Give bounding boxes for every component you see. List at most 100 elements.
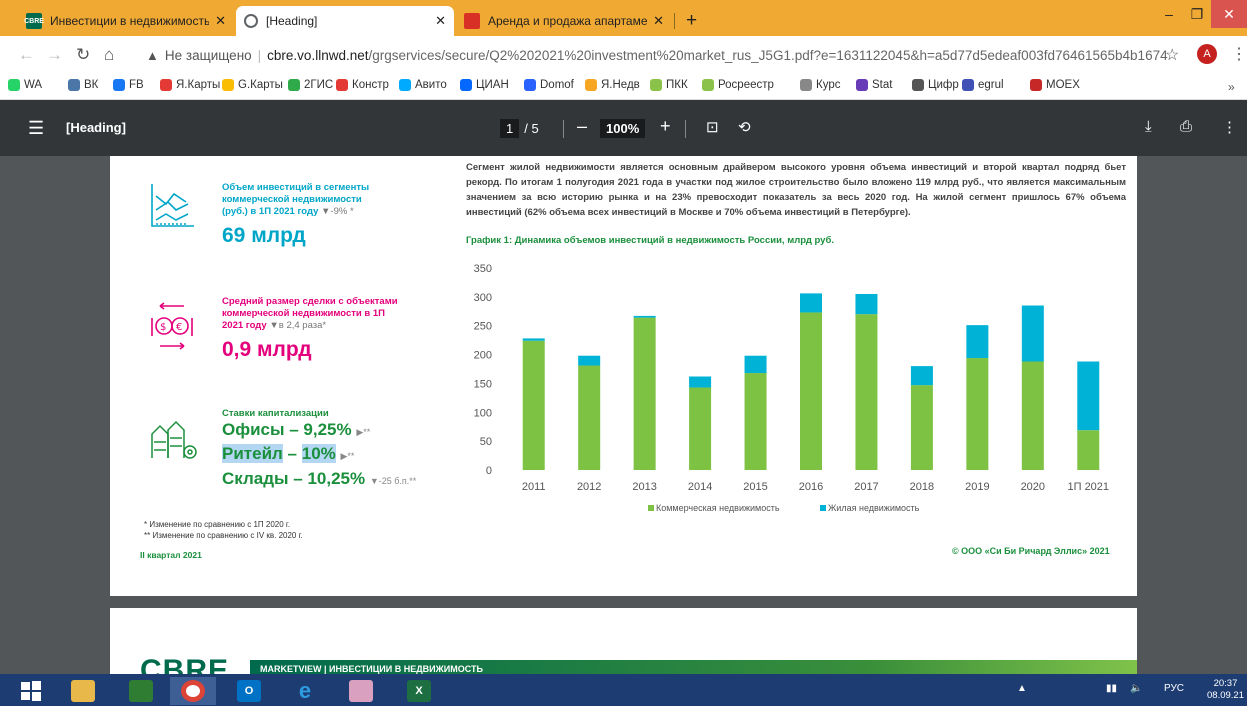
tab-title: Аренда и продажа апартаменто: [488, 14, 648, 28]
warehouses-rate: Склады – 10,25%: [222, 469, 366, 488]
bookmark-1[interactable]: WA: [8, 79, 42, 91]
bookmark-favicon-icon: [1030, 79, 1042, 91]
close-icon[interactable]: ✕: [215, 13, 226, 29]
bar-residential: [744, 355, 767, 374]
forward-icon[interactable]: →: [46, 45, 63, 65]
bar-residential: [578, 355, 601, 366]
taskbar-ie[interactable]: e: [282, 677, 328, 705]
label-line: (руб.) в 1П 2021 году: [222, 206, 319, 217]
close-icon[interactable]: ✕: [653, 13, 664, 29]
bookmark-5[interactable]: G.Карты: [222, 79, 283, 91]
minimize-button[interactable]: –: [1155, 0, 1183, 28]
language-indicator[interactable]: РУС: [1164, 683, 1184, 694]
bookmark-label: ВК: [84, 79, 99, 91]
bookmark-3[interactable]: FB: [113, 79, 144, 91]
zoom-out-button[interactable]: –: [577, 116, 587, 137]
taskbar-explorer[interactable]: [60, 677, 106, 705]
new-tab-button[interactable]: +: [686, 10, 697, 32]
tab-heading[interactable]: [Heading] ✕: [236, 6, 454, 36]
network-icon[interactable]: ▮▮: [1106, 683, 1117, 694]
clock[interactable]: 20:37 08.09.21: [1207, 678, 1244, 702]
tab-rentals[interactable]: Аренда и продажа апартаменто ✕: [456, 6, 672, 36]
tray-expand-icon[interactable]: ▲: [1017, 683, 1027, 694]
close-icon[interactable]: ✕: [435, 13, 446, 29]
bookmark-8[interactable]: Авито: [399, 79, 447, 91]
bookmark-15[interactable]: Stat: [856, 79, 892, 91]
bookmark-favicon-icon: [650, 79, 662, 91]
bookmark-13[interactable]: Росреестр: [702, 79, 774, 91]
bar-residential: [522, 338, 545, 341]
bookmark-star-icon[interactable]: ☆: [1165, 45, 1179, 65]
y-tick-label: 250: [474, 321, 492, 333]
quarter-label: II квартал 2021: [140, 550, 202, 560]
bookmark-7[interactable]: Констр: [336, 79, 389, 91]
bookmark-10[interactable]: Domof: [524, 79, 574, 91]
volume-icon[interactable]: 🔈: [1130, 683, 1142, 694]
rotate-icon[interactable]: ⟲: [738, 118, 751, 136]
taskbar-charts[interactable]: [118, 677, 164, 705]
bookmark-17[interactable]: egrul: [962, 79, 1004, 91]
toolbar-divider: [685, 120, 686, 138]
bookmark-18[interactable]: MOEX: [1030, 79, 1080, 91]
bookmark-favicon-icon: [460, 79, 472, 91]
bookmark-14[interactable]: Курс: [800, 79, 840, 91]
money-exchange-icon: $ €: [151, 302, 193, 350]
reload-icon[interactable]: ↻: [76, 45, 90, 65]
footnote: ** Изменение по сравнению с IV кв. 2020 …: [144, 531, 303, 540]
bar-commercial: [1021, 361, 1044, 470]
back-icon[interactable]: ←: [18, 45, 35, 65]
bookmark-9[interactable]: ЦИАН: [460, 79, 509, 91]
zoom-field[interactable]: 100%: [600, 119, 646, 138]
taskbar-paint[interactable]: [338, 677, 384, 705]
bookmark-12[interactable]: ПКК: [650, 79, 688, 91]
chart-trend-icon: [151, 184, 194, 227]
bookmark-favicon-icon: [222, 79, 234, 91]
print-icon[interactable]: ⎙: [1180, 118, 1192, 135]
bar-commercial: [744, 373, 767, 470]
maximize-button[interactable]: ❐: [1183, 0, 1211, 28]
pdf-title: [Heading]: [66, 120, 126, 135]
windows-icon: [21, 681, 41, 701]
bookmark-16[interactable]: Цифр: [912, 79, 959, 91]
outlook-icon: O: [237, 680, 261, 702]
bookmark-label: ЦИАН: [476, 79, 509, 91]
bookmark-favicon-icon: [856, 79, 868, 91]
bookmark-label: Stat: [872, 79, 893, 91]
bookmark-label: Domof: [540, 79, 574, 91]
page-number-input[interactable]: 1: [500, 119, 520, 138]
bookmark-11[interactable]: Я.Недв: [585, 79, 640, 91]
fit-page-icon[interactable]: ⊡: [706, 118, 719, 136]
url-divider: |: [257, 47, 262, 63]
more-actions-icon[interactable]: ⋮: [1222, 118, 1237, 136]
bookmark-2[interactable]: ВК: [68, 79, 98, 91]
bar-commercial: [910, 385, 933, 470]
more-bookmarks-icon[interactable]: »: [1228, 80, 1235, 94]
bookmark-6[interactable]: 2ГИС: [288, 79, 333, 91]
label-line: 2021 году: [222, 320, 267, 331]
x-tick-label: 2012: [577, 481, 601, 493]
tab-investments[interactable]: CBRE Инвестиции в недвижимость Р ✕: [18, 6, 234, 36]
start-button[interactable]: [8, 677, 54, 705]
bookmark-favicon-icon: [702, 79, 714, 91]
x-tick-label: 2014: [688, 481, 712, 493]
taskbar-excel[interactable]: X: [396, 677, 442, 705]
taskbar-outlook[interactable]: O: [226, 677, 272, 705]
taskbar: O e X ▲ ▮▮ 🔈 РУС 20:37 08.09.21: [0, 674, 1247, 706]
taskbar-chrome[interactable]: [170, 677, 216, 705]
browser-menu-icon[interactable]: ⋮: [1231, 44, 1247, 64]
bookmark-favicon-icon: [912, 79, 924, 91]
menu-icon[interactable]: ☰: [28, 118, 44, 139]
url-field[interactable]: ▲ Не защищено | cbre.vo.llnwd.net /grgse…: [134, 41, 1174, 69]
bar-commercial: [855, 314, 878, 470]
close-window-button[interactable]: ✕: [1211, 0, 1247, 28]
home-icon[interactable]: ⌂: [104, 45, 114, 65]
bookmark-4[interactable]: Я.Карты: [160, 79, 220, 91]
cap-rate-offices: Офисы – 9,25% ▶**: [222, 420, 370, 440]
bookmark-label: Цифр: [928, 79, 959, 91]
download-icon[interactable]: ⤓: [1145, 118, 1152, 135]
zoom-in-button[interactable]: +: [660, 116, 671, 137]
retail-change: ▶**: [340, 451, 355, 461]
clock-date: 08.09.21: [1207, 690, 1244, 701]
profile-avatar[interactable]: A: [1197, 44, 1217, 64]
bookmark-label: Я.Недв: [601, 79, 640, 91]
